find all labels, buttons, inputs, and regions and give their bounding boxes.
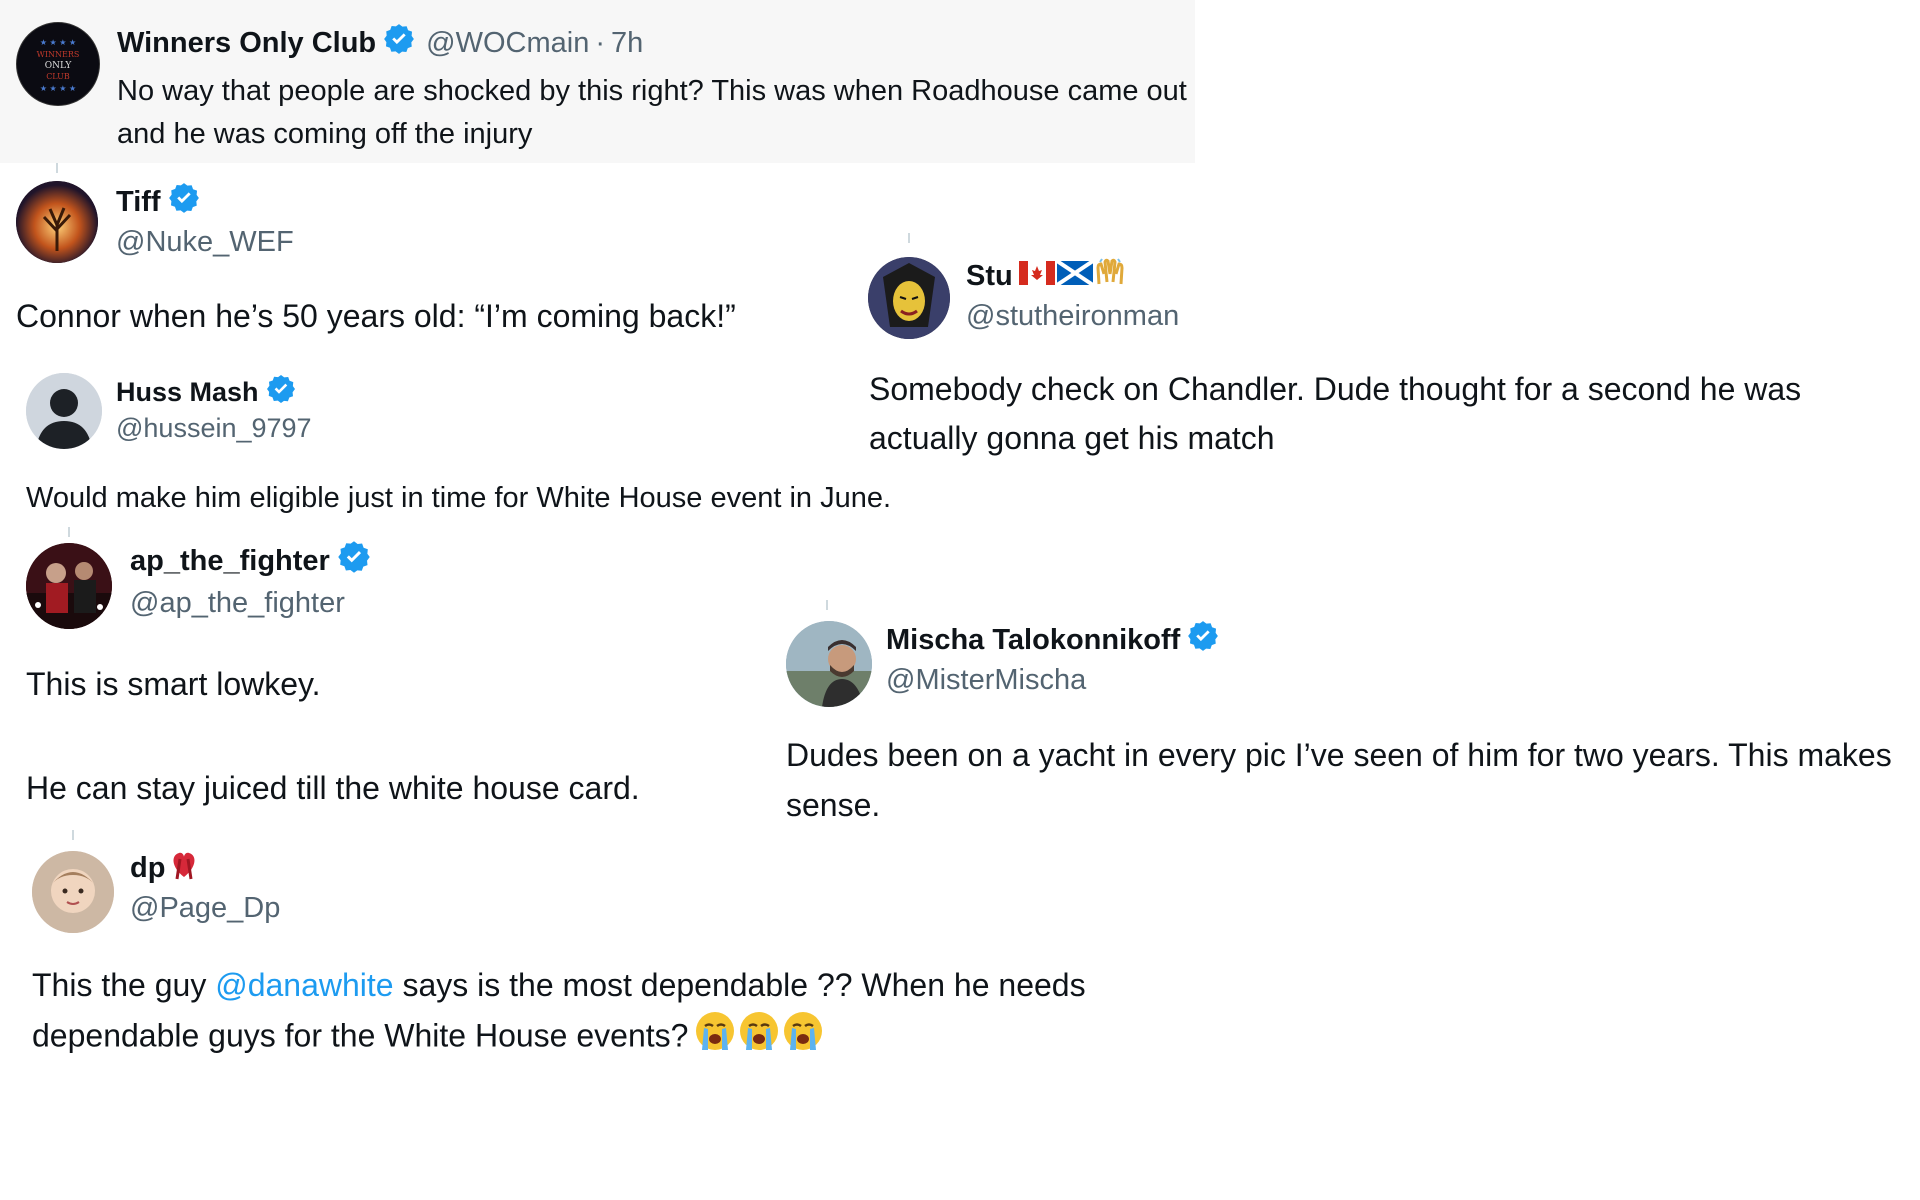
scotland-flag-icon [1055,258,1094,293]
thread-connector [72,830,74,840]
tweet-winners-only-club[interactable]: ★ ★ ★ ★ WINNERS ONLY CLUB ★ ★ ★ ★ Winner… [0,0,1195,163]
tweet-text-line-2: He can stay juiced till the white house … [26,770,640,806]
raising-hands-icon [1095,258,1125,294]
thread-connector [56,163,58,173]
tweet-tiff[interactable]: Tiff @Nuke_WEF Connor when he’s 50 years… [0,173,860,343]
tweet-text-line-1: This is smart lowkey. [26,666,321,702]
svg-text:CLUB: CLUB [46,72,70,81]
loudly-crying-face-icon [782,1010,824,1066]
child-photo-avatar-icon[interactable] [32,851,114,933]
illustrated-face-avatar-icon[interactable] [868,257,950,339]
thread-connector [68,527,70,537]
display-name[interactable]: dp [130,852,165,885]
tweet-text: No way that people are shocked by this r… [117,75,1187,150]
person-silhouette-avatar-icon[interactable] [26,373,102,449]
handle[interactable]: @MisterMischa [886,664,1086,697]
tweet-text: Dudes been on a yacht in every pic I’ve … [786,737,1892,823]
svg-text:★ ★ ★ ★: ★ ★ ★ ★ [40,84,76,93]
display-name[interactable]: Mischa Talokonnikoff [886,624,1180,657]
winners-only-club-logo-icon[interactable]: ★ ★ ★ ★ WINNERS ONLY CLUB ★ ★ ★ ★ [16,22,100,106]
timestamp[interactable]: 7h [611,27,643,60]
glowing-tree-avatar-icon[interactable] [16,181,98,263]
handle[interactable]: @Nuke_WEF [116,226,294,259]
loudly-crying-face-icon [738,1010,780,1066]
tweet-ap-the-fighter[interactable]: ap_the_fighter @ap_the_fighter This is s… [0,538,780,818]
verified-badge-icon [382,22,416,64]
verified-badge-icon [336,539,372,583]
handle[interactable]: @Page_Dp [130,892,280,925]
display-name[interactable]: Huss Mash [116,377,259,408]
tweet-text: Would make him eligible just in time for… [26,482,892,514]
tweet-dp[interactable]: dp @Page_Dp This the guy @danawhite says… [0,845,1240,1075]
svg-text:★ ★ ★ ★: ★ ★ ★ ★ [40,38,76,47]
mention-link[interactable]: @danawhite [215,967,393,1003]
svg-text:ONLY: ONLY [45,61,73,71]
display-name[interactable]: Stu [966,260,1013,293]
svg-text:WINNERS: WINNERS [37,50,80,59]
screenshot-canvas: ★ ★ ★ ★ WINNERS ONLY CLUB ★ ★ ★ ★ Winner… [0,0,1920,1200]
verified-badge-icon [1186,619,1220,661]
display-name[interactable]: Winners Only Club [117,27,376,60]
handle[interactable]: @WOCmain [426,27,589,60]
handle[interactable]: @stutheironman [966,300,1179,333]
thread-connector [908,233,910,243]
display-name[interactable]: ap_the_fighter [130,545,330,578]
separator-dot: · [595,26,605,59]
handle[interactable]: @ap_the_fighter [130,587,345,620]
verified-badge-icon [167,181,201,223]
handle[interactable]: @hussein_9797 [116,413,312,444]
tweet-huss-mash[interactable]: Huss Mash @hussein_9797 Would make him e… [0,365,1060,515]
tweet-text: Connor when he’s 50 years old: “I’m comi… [16,298,736,334]
verified-badge-icon [265,373,297,412]
loudly-crying-face-icon [694,1010,736,1066]
man-outdoors-avatar-icon[interactable] [786,621,872,707]
display-name[interactable]: Tiff [116,186,161,219]
tweet-mischa-talokonnikoff[interactable]: Mischa Talokonnikoff @MisterMischa Dudes… [780,613,1920,833]
red-ribbon-heart-icon [167,847,201,889]
tweet-text-start: This the guy [32,967,216,1003]
thread-connector [826,600,828,610]
canada-flag-icon [1018,260,1055,293]
tweet-text: This the guy @danawhite says is the most… [32,960,1232,1066]
fighter-photo-avatar-icon[interactable] [26,543,112,629]
